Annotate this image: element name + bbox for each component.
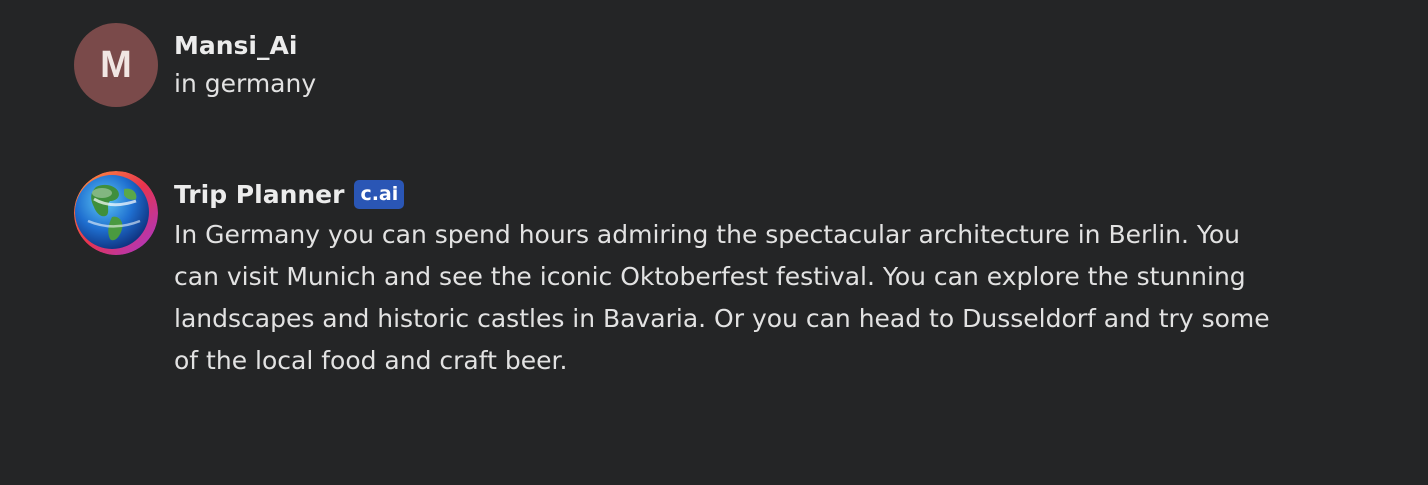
bot-message: Trip Planner c.ai In Germany you can spe… xyxy=(74,171,1284,382)
bot-avatar[interactable] xyxy=(74,171,158,255)
message-text: In Germany you can spend hours admiring … xyxy=(174,220,1270,375)
author-row: Trip Planner c.ai xyxy=(174,176,1284,212)
author-row: Mansi_Ai xyxy=(174,27,1284,63)
user-message: M Mansi_Ai in germany xyxy=(74,23,1284,107)
message-content: Mansi_Ai in germany xyxy=(174,23,1284,105)
user-avatar[interactable]: M xyxy=(74,23,158,107)
globe-avatar-icon xyxy=(74,171,158,255)
cai-badge: c.ai xyxy=(354,179,405,209)
message-text: in germany xyxy=(174,69,317,98)
avatar-letter: M xyxy=(100,43,132,86)
message-content: Trip Planner c.ai In Germany you can spe… xyxy=(174,171,1284,382)
author-name[interactable]: Mansi_Ai xyxy=(174,31,297,60)
author-name[interactable]: Trip Planner xyxy=(174,180,344,209)
